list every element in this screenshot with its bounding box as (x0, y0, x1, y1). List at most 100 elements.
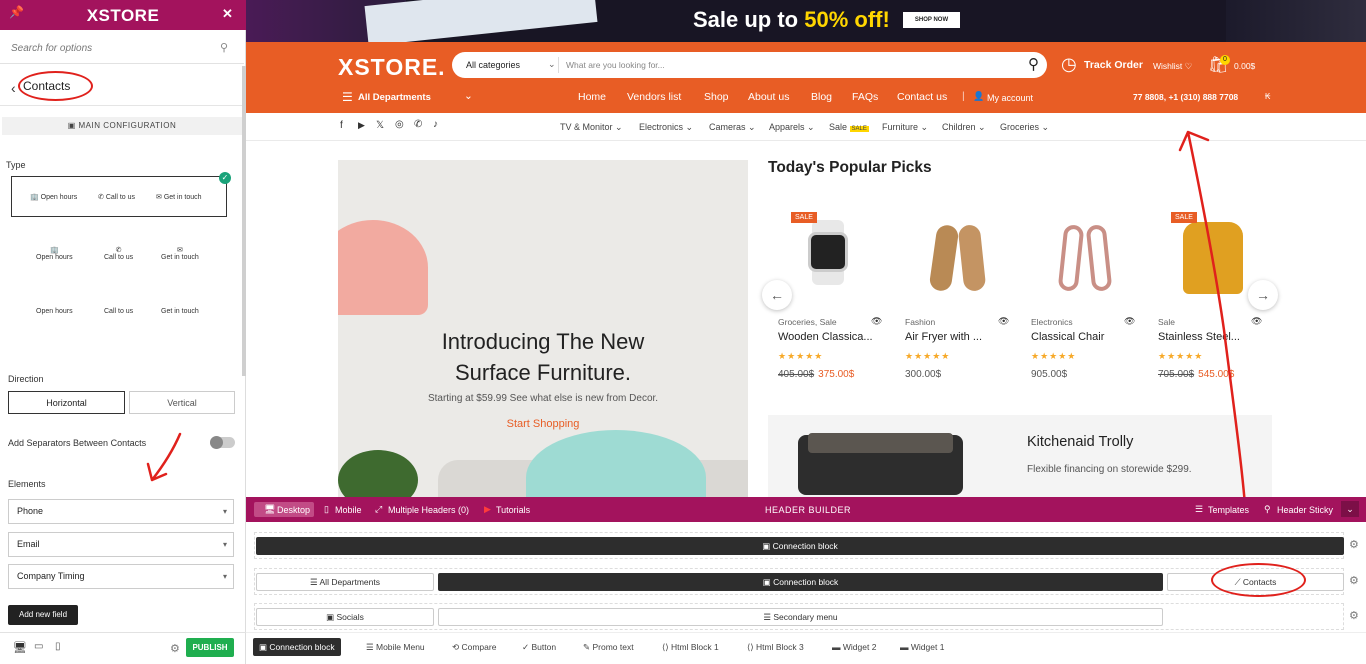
collapse-builder-button[interactable]: ⌄ (1341, 501, 1359, 517)
category-children[interactable]: Children ⌄ (942, 122, 986, 133)
element-select-email[interactable]: Email ▾ (8, 532, 234, 557)
direction-vertical-button[interactable]: Vertical (129, 391, 235, 414)
options-search[interactable]: Search for options ⚲ (0, 34, 244, 64)
mobile-preview-icon[interactable]: ▯ (55, 641, 61, 652)
secondary-menu-block[interactable]: ☰ Secondary menu (438, 608, 1163, 626)
separators-toggle[interactable] (210, 436, 235, 449)
element-compare[interactable]: ⟲ Compare (446, 638, 502, 656)
search-input[interactable]: What are you looking for... (566, 60, 665, 70)
promo-banner[interactable]: Sale up to 50% off! SHOP NOW (246, 0, 1366, 42)
currency-icon[interactable]: ₭ (1265, 92, 1270, 101)
desktop-tab-label[interactable]: Desktop (277, 505, 310, 515)
facebook-icon[interactable]: f (340, 120, 343, 131)
element-widget-2[interactable]: ▬ Widget 2 (826, 638, 882, 656)
twitter-icon[interactable]: 𝕏 (376, 120, 384, 131)
all-departments-block[interactable]: ☰ All Departments (256, 573, 434, 591)
element-widget-1[interactable]: ▬ Widget 1 (894, 638, 950, 656)
tablet-preview-icon[interactable]: ▭ (34, 641, 43, 652)
gamepad-image (1226, 0, 1366, 42)
product-card[interactable]: Electronics 👁 Classical Chair ★★★★★ 905.… (1021, 200, 1141, 390)
nav-home[interactable]: Home (578, 91, 606, 103)
settings-gear-icon[interactable]: ⚙ (170, 642, 180, 655)
my-account-link[interactable]: My account (987, 93, 1033, 103)
quick-view-eye-icon[interactable]: 👁 (871, 316, 882, 327)
cart-total[interactable]: 0.00$ (1234, 61, 1255, 71)
row-settings-gear-icon[interactable]: ⚙ (1349, 574, 1359, 587)
category-apparels[interactable]: Apparels ⌄ (769, 122, 815, 133)
element-html-block-3[interactable]: ⟨⟩ Html Block 3 (741, 638, 810, 656)
start-shopping-link[interactable]: Start Shopping (338, 418, 748, 430)
back-arrow-icon[interactable]: ‹ (11, 80, 16, 96)
type-call-to-us: ✆ Call to us (98, 194, 135, 201)
element-select-phone[interactable]: Phone ▾ (8, 499, 234, 524)
track-order-link[interactable]: Track Order (1084, 59, 1143, 71)
sticky-icon: ⚲ (1264, 504, 1271, 514)
instagram-icon[interactable]: ◎ (395, 119, 404, 130)
header-sticky-button[interactable]: Header Sticky (1277, 505, 1333, 515)
quick-view-eye-icon[interactable]: 👁 (998, 316, 1009, 327)
element-label: Html Block 1 (671, 642, 719, 652)
category-sale[interactable]: Sale SALE (829, 122, 869, 132)
publish-button[interactable]: PUBLISH (186, 638, 234, 657)
tutorials-button[interactable]: Tutorials (496, 505, 530, 515)
row-settings-gear-icon[interactable]: ⚙ (1349, 609, 1359, 622)
type-option-2[interactable]: 🏢 Open hours ✆ Call to us ✉ Get in touch (11, 240, 227, 270)
category-select[interactable]: All categories (466, 60, 520, 70)
youtube-icon[interactable]: ▶ (358, 120, 365, 131)
category-electronics[interactable]: Electronics ⌄ (639, 122, 693, 133)
element-button[interactable]: ✓ Button (516, 638, 562, 656)
hero-banner[interactable]: Introducing The New Surface Furniture. S… (338, 160, 748, 497)
element-label: Widget 2 (842, 642, 877, 652)
sale-price: 375.00$ (818, 369, 855, 380)
element-promo-text[interactable]: ✎ Promo text (577, 638, 640, 656)
element-select-company-timing[interactable]: Company Timing ▾ (8, 564, 234, 589)
nav-shop[interactable]: Shop (704, 91, 729, 103)
category-groceries[interactable]: Groceries ⌄ (1000, 122, 1049, 133)
desktop-preview-icon[interactable]: 🖥 (13, 641, 27, 654)
nav-vendors-list[interactable]: Vendors list (627, 91, 681, 103)
quick-view-eye-icon[interactable]: 👁 (1124, 316, 1135, 327)
carousel-prev-button[interactable]: ← (762, 280, 792, 310)
multiple-headers-button[interactable]: Multiple Headers (0) (388, 505, 469, 515)
whatsapp-icon[interactable]: ✆ (414, 119, 422, 130)
element-connection-block[interactable]: ▣ Connection block (253, 638, 341, 656)
type-call-to-us: ✆ Call to us (104, 247, 134, 261)
contacts-phones[interactable]: 77 8808, +1 (310) 888 7708 (1133, 92, 1238, 102)
type-option-selected[interactable]: 🏢 Open hours ✆ Call to us ✉ Get in touch (11, 176, 227, 217)
category-cameras[interactable]: Cameras ⌄ (709, 122, 756, 133)
tiktok-icon[interactable]: ♪ (433, 119, 438, 130)
youtube-icon: ▶ (484, 504, 491, 514)
category-tv-monitor[interactable]: TV & Monitor ⌄ (560, 122, 623, 133)
element-label: Connection block (269, 642, 335, 652)
shop-now-button[interactable]: SHOP NOW (903, 12, 960, 28)
connection-block-row2[interactable]: ▣ Connection block (438, 573, 1163, 591)
templates-button[interactable]: Templates (1208, 505, 1249, 515)
shoes-image (905, 210, 1005, 295)
wishlist-link[interactable]: Wishlist ♡ (1153, 61, 1192, 72)
nav-contact-us[interactable]: Contact us (897, 91, 947, 103)
connection-block-row1[interactable]: ▣ Connection block (256, 537, 1344, 555)
product-name[interactable]: Classical Chair (1031, 331, 1104, 343)
store-logo[interactable]: XSTORE. (338, 54, 446, 81)
product-card[interactable]: Fashion 👁 Air Fryer with ... ★★★★★ 300.0… (895, 200, 1015, 390)
close-icon[interactable]: ✕ (222, 6, 233, 22)
nav-blog[interactable]: Blog (811, 91, 832, 103)
socials-block[interactable]: ▣ Socials (256, 608, 434, 626)
product-name[interactable]: Air Fryer with ... (905, 331, 982, 343)
search-input[interactable]: Search for options (11, 43, 92, 54)
element-html-block-1[interactable]: ⟨⟩ Html Block 1 (656, 638, 725, 656)
add-new-field-button[interactable]: Add new field (8, 605, 78, 625)
nav-about-us[interactable]: About us (748, 91, 789, 103)
category-furniture[interactable]: Furniture ⌄ (882, 122, 928, 133)
search-icon[interactable]: ⚲ (1028, 55, 1039, 73)
direction-horizontal-button[interactable]: Horizontal (8, 391, 125, 414)
row-settings-gear-icon[interactable]: ⚙ (1349, 538, 1359, 551)
element-mobile-menu[interactable]: ☰ Mobile Menu (360, 638, 431, 656)
mobile-tab[interactable]: Mobile (335, 505, 362, 515)
type-option-3[interactable]: Open hours Call to us Get in touch (11, 300, 227, 324)
nav-faqs[interactable]: FAQs (852, 91, 878, 103)
product-search[interactable]: All categories ⌄ What are you looking fo… (452, 52, 1047, 78)
mobile-icon: ▯ (324, 504, 329, 514)
product-name[interactable]: Wooden Classica... (778, 331, 873, 343)
all-departments-menu[interactable]: All Departments (358, 92, 431, 103)
